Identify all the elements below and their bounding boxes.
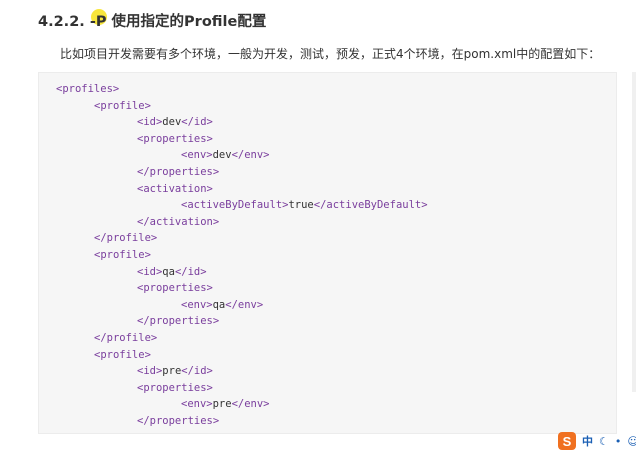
- code-line: <id>qa</id>: [137, 264, 207, 280]
- xml-tag: <properties>: [137, 282, 213, 295]
- code-line: <properties>: [137, 280, 213, 296]
- xml-tag: <activeByDefault>: [181, 199, 289, 212]
- code-line: <id>pre</id>: [137, 363, 213, 379]
- xml-tag: </properties>: [137, 315, 220, 328]
- xml-tag: </properties>: [137, 415, 220, 427]
- section-heading: 4.2.2. -P 使用指定的Profile配置: [38, 12, 266, 32]
- ime-mode-label[interactable]: 中: [582, 433, 593, 449]
- smile-icon[interactable]: ☺: [627, 435, 636, 448]
- xml-tag: </activeByDefault>: [313, 199, 428, 212]
- xml-value: dev: [212, 149, 232, 162]
- code-line: <properties>: [137, 131, 213, 147]
- xml-value: pre: [212, 398, 232, 411]
- moon-icon[interactable]: ☾: [599, 435, 609, 448]
- code-line: <env>qa</env>: [181, 297, 263, 313]
- xml-tag: </env>: [231, 398, 270, 411]
- ime-toolbar[interactable]: S 中 ☾ • ☺: [558, 432, 636, 450]
- code-line: <id>dev</id>: [137, 114, 213, 130]
- xml-tag: </env>: [225, 298, 264, 311]
- xml-tag: <activation>: [137, 182, 213, 195]
- section-number: 4.2.2.: [38, 14, 85, 30]
- xml-tag: </activation>: [137, 215, 220, 228]
- xml-tag: </env>: [231, 149, 270, 162]
- code-line: </profile>: [94, 330, 157, 346]
- code-line: <activeByDefault>true</activeByDefault>: [181, 197, 428, 213]
- code-line: </properties>: [137, 413, 219, 429]
- code-line: <env>pre</env>: [181, 396, 270, 412]
- xml-tag: <env>: [181, 149, 213, 162]
- code-line: <env>dev</env>: [181, 147, 270, 163]
- xml-tag: <properties>: [137, 381, 213, 394]
- xml-tag: <profile>: [94, 99, 151, 112]
- code-line: </profile>: [94, 230, 157, 246]
- xml-tag: <id>: [137, 365, 163, 378]
- xml-value: true: [288, 199, 314, 212]
- xml-tag: <env>: [181, 298, 213, 311]
- xml-tag: </id>: [181, 116, 213, 129]
- xml-tag: </properties>: [137, 166, 220, 178]
- xml-tag: </id>: [174, 265, 207, 278]
- code-line: <profile>: [94, 247, 151, 263]
- code-line: </activation>: [137, 214, 219, 230]
- xml-value: qa: [162, 265, 175, 278]
- code-line: <profile>: [94, 98, 151, 114]
- xml-tag: </profile>: [94, 332, 158, 344]
- xml-tag: <id>: [137, 265, 163, 278]
- xml-value: qa: [212, 298, 226, 311]
- xml-tag: </profile>: [94, 232, 158, 245]
- section-title: -P 使用指定的Profile配置: [89, 14, 267, 30]
- code-line: <activation>: [137, 181, 213, 197]
- code-line: <profile>: [94, 347, 151, 363]
- code-line: </properties>: [137, 313, 219, 329]
- xml-value: pre: [162, 365, 182, 378]
- dot-icon[interactable]: •: [615, 435, 622, 448]
- intro-paragraph: 比如项目开发需要有多个环境，一般为开发，测试，预发，正式4个环境，在pom.xm…: [60, 47, 601, 61]
- xml-tag: </id>: [181, 365, 213, 378]
- xml-tag: <env>: [181, 398, 213, 411]
- xml-tag: <id>: [137, 116, 163, 129]
- sogou-logo-icon[interactable]: S: [558, 432, 576, 450]
- code-line: <properties>: [137, 380, 213, 396]
- scrollbar-track[interactable]: [632, 72, 636, 392]
- xml-tag: <profile>: [94, 249, 151, 261]
- xml-tag: <profile>: [94, 348, 151, 361]
- code-line: </properties>: [137, 164, 219, 180]
- xml-tag: <properties>: [137, 132, 213, 145]
- xml-tag: <profiles>: [56, 83, 120, 95]
- code-block: <profiles> <profile> <id>dev</id> <properti…: [38, 72, 617, 434]
- xml-value: dev: [162, 116, 182, 129]
- code-line: <profiles>: [56, 81, 119, 97]
